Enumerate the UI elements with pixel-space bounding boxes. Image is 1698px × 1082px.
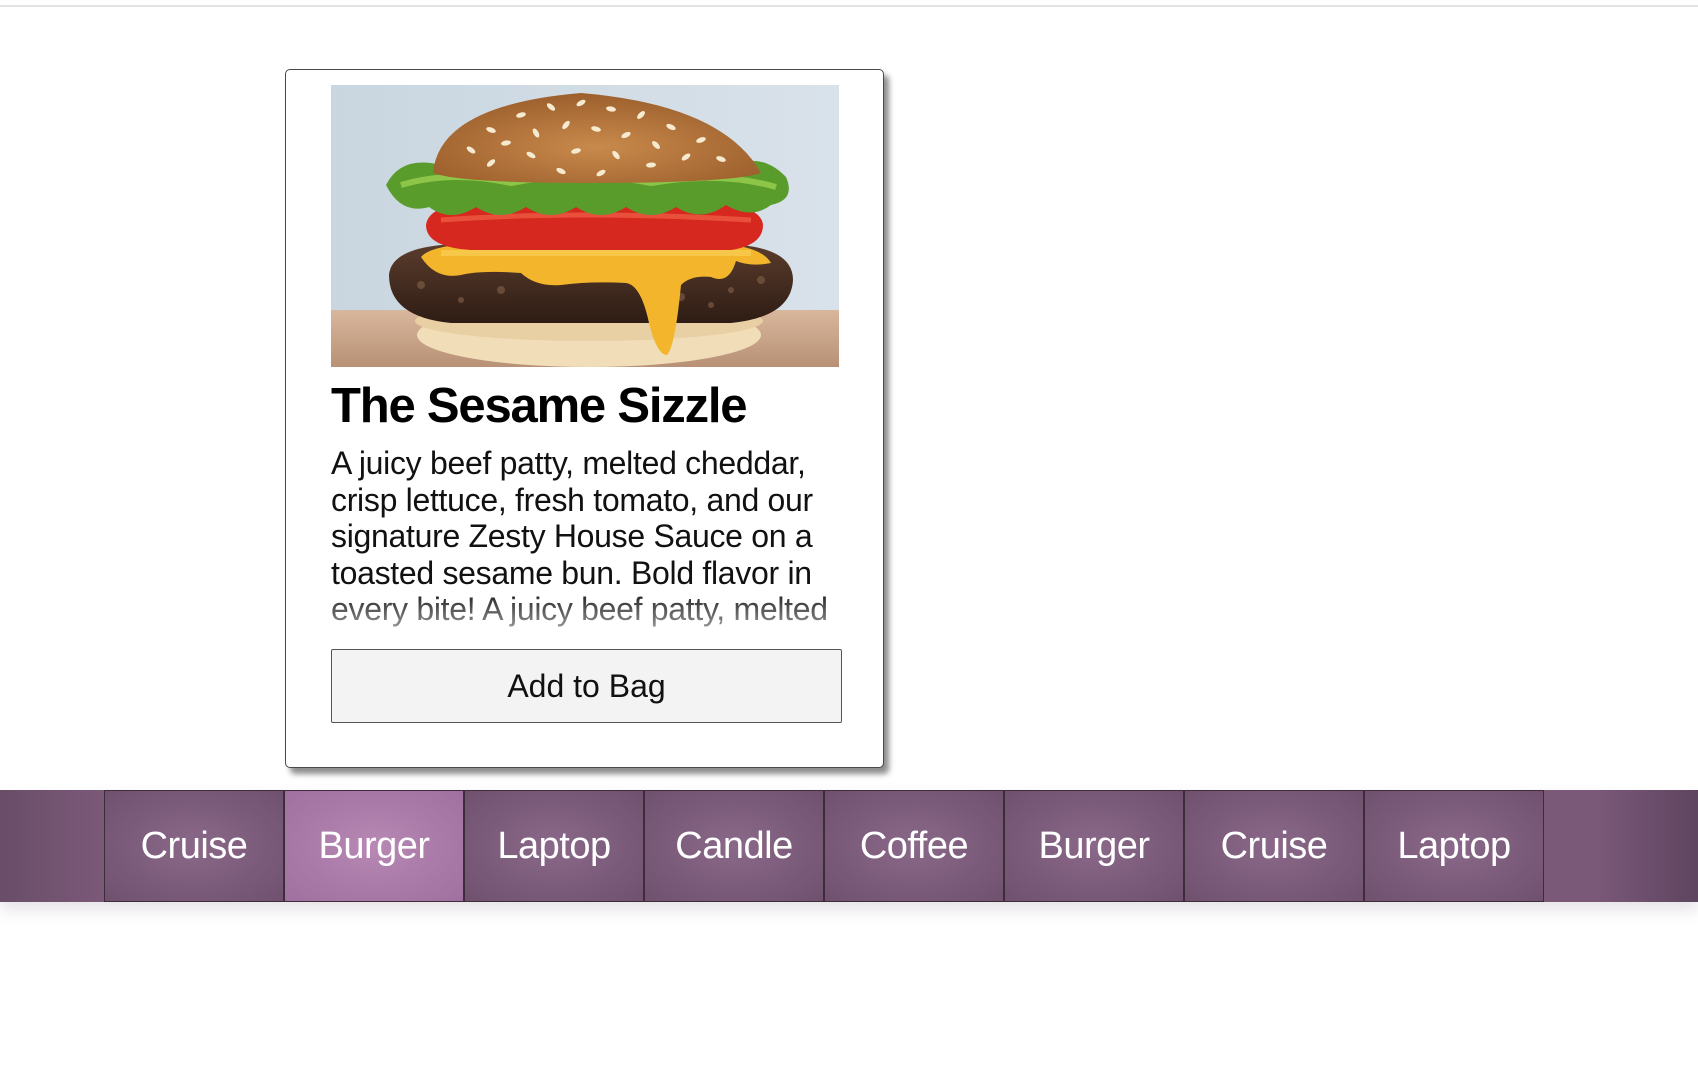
tab-cruise-2[interactable]: Cruise (1184, 790, 1364, 902)
tab-cruise[interactable]: Cruise (104, 790, 284, 902)
product-description: A juicy beef patty, melted cheddar, cris… (331, 445, 851, 627)
add-to-bag-button[interactable]: Add to Bag (331, 649, 842, 723)
top-divider (0, 5, 1698, 7)
product-image (331, 85, 839, 367)
tab-coffee[interactable]: Coffee (824, 790, 1004, 902)
tab-strip: Cruise Burger Laptop Candle Coffee Burge… (104, 790, 1544, 902)
tab-laptop[interactable]: Laptop (464, 790, 644, 902)
tab-burger-2[interactable]: Burger (1004, 790, 1184, 902)
tab-laptop-2[interactable]: Laptop (1364, 790, 1544, 902)
tab-burger[interactable]: Burger (284, 790, 464, 902)
burger-photo (331, 85, 839, 367)
category-tab-bar: Cruise Burger Laptop Candle Coffee Burge… (0, 790, 1698, 902)
description-fade (331, 589, 851, 627)
product-title: The Sesame Sizzle (331, 379, 748, 433)
tab-candle[interactable]: Candle (644, 790, 824, 902)
product-card: The Sesame Sizzle A juicy beef patty, me… (285, 69, 884, 768)
